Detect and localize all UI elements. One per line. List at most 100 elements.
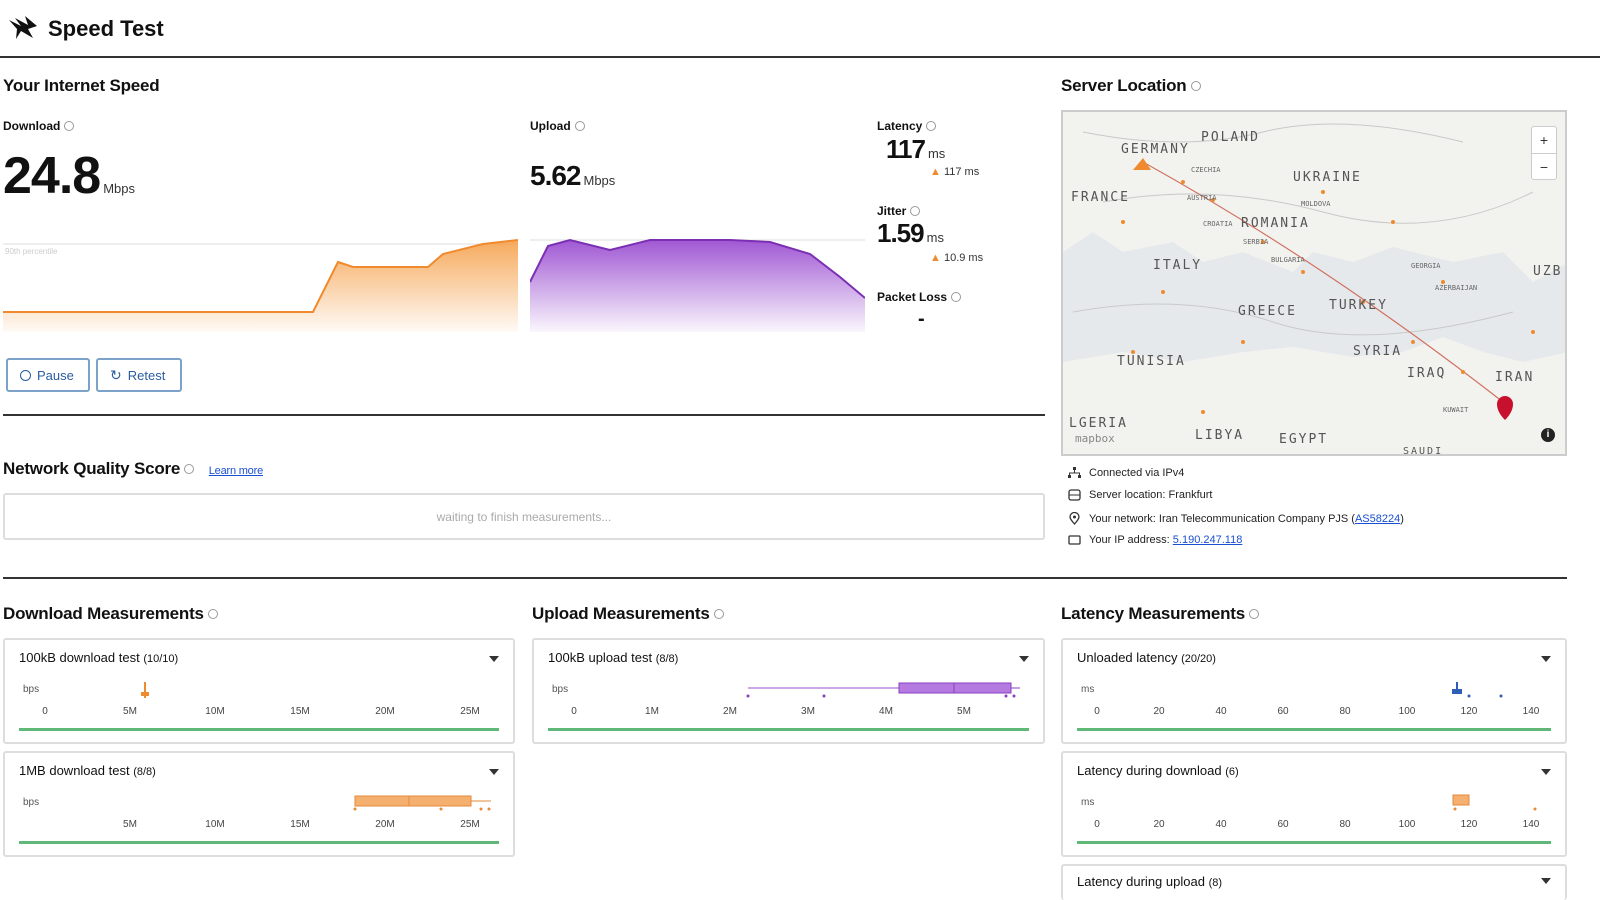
chevron-down-icon[interactable] bbox=[1541, 656, 1551, 662]
chevron-down-icon[interactable] bbox=[1541, 769, 1551, 775]
app-title: Speed Test bbox=[48, 16, 164, 41]
map-background bbox=[1063, 112, 1565, 454]
internet-speed-title: Your Internet Speed bbox=[3, 76, 160, 95]
network-row: Your network: Iran Telecommunication Com… bbox=[1068, 512, 1404, 525]
asn-link[interactable]: AS58224 bbox=[1355, 513, 1400, 525]
connected-row: Connected via IPv4 bbox=[1068, 467, 1184, 479]
unloaded-latency-panel[interactable]: Unloaded latency (20/20) ms 0 20 40 60 8… bbox=[1061, 638, 1567, 744]
map-label: FRANCE bbox=[1071, 190, 1130, 205]
latency-label: Latency bbox=[877, 119, 937, 133]
upload-value: 5.62 Mbps bbox=[530, 160, 616, 191]
map-label: KUWAIT bbox=[1443, 406, 1469, 414]
server-icon bbox=[1068, 489, 1081, 501]
download-1mb-panel[interactable]: 1MB download test (8/8) bps 5M 10M 15M 2… bbox=[3, 751, 515, 857]
monitor-icon bbox=[1068, 535, 1081, 545]
title-bar: Speed Test bbox=[0, 0, 1600, 58]
upload-label: Upload bbox=[530, 119, 585, 133]
divider bbox=[3, 414, 1045, 416]
upload-100kb-panel[interactable]: 100kB upload test (8/8) bps 0 1M 2M 3M 4… bbox=[532, 638, 1045, 744]
map-label: GREECE bbox=[1238, 304, 1297, 319]
location-icon bbox=[1069, 512, 1080, 525]
map-label: TUNISIA bbox=[1117, 354, 1186, 369]
download-100kb-panel[interactable]: 100kB download test (10/10) bps 0 5M 10M… bbox=[3, 638, 515, 744]
network-quality-title: Network Quality Score Learn more bbox=[3, 459, 263, 478]
zoom-out-button[interactable]: − bbox=[1532, 153, 1556, 180]
map-label: POLAND bbox=[1201, 130, 1260, 145]
latency-during-upload-panel[interactable]: Latency during upload (8) bbox=[1061, 864, 1567, 900]
info-icon[interactable] bbox=[713, 608, 724, 619]
chevron-down-icon[interactable] bbox=[1019, 656, 1029, 662]
divider bbox=[3, 577, 1567, 579]
map-label: SERBIA bbox=[1243, 238, 1269, 246]
info-icon[interactable] bbox=[951, 291, 962, 302]
refresh-icon: ↻ bbox=[110, 366, 122, 383]
server-location-row: Server location: Frankfurt bbox=[1068, 489, 1213, 501]
info-icon[interactable] bbox=[910, 205, 921, 216]
zoom-in-button[interactable]: + bbox=[1532, 127, 1556, 153]
map-label: SAUDI bbox=[1403, 446, 1444, 456]
pause-button[interactable]: Pause bbox=[6, 358, 90, 392]
arrow-up-icon: ▲ bbox=[930, 166, 941, 178]
map-label: TURKEY bbox=[1329, 298, 1388, 313]
map-label: ITALY bbox=[1153, 258, 1203, 273]
ip-link[interactable]: 5.190.247.118 bbox=[1173, 534, 1243, 546]
retest-button[interactable]: ↻ Retest bbox=[96, 358, 182, 392]
info-icon[interactable] bbox=[184, 463, 195, 474]
chevron-down-icon[interactable] bbox=[1541, 878, 1551, 884]
map-label: BULGARIA bbox=[1271, 256, 1305, 264]
map-label: LIBYA bbox=[1195, 428, 1245, 443]
packet-loss-value: - bbox=[918, 308, 925, 330]
upload-chart bbox=[530, 238, 865, 332]
map-label: IRAN bbox=[1495, 370, 1535, 385]
info-icon[interactable] bbox=[574, 120, 585, 131]
info-icon[interactable] bbox=[207, 608, 218, 619]
download-label: Download bbox=[3, 119, 75, 133]
latency-during-download-panel[interactable]: Latency during download (6) ms 0 20 40 6… bbox=[1061, 751, 1567, 857]
upload-measurements-title: Upload Measurements bbox=[532, 604, 724, 624]
chevron-down-icon[interactable] bbox=[489, 656, 499, 662]
latency-measurements-title: Latency Measurements bbox=[1061, 604, 1260, 624]
info-icon[interactable] bbox=[926, 120, 937, 131]
server-location-title: Server Location bbox=[1061, 76, 1201, 96]
chevron-down-icon[interactable] bbox=[489, 769, 499, 775]
map-label: ROMANIA bbox=[1241, 216, 1310, 231]
map-label: SYRIA bbox=[1353, 344, 1403, 359]
learn-more-link[interactable]: Learn more bbox=[209, 465, 263, 477]
box-plot bbox=[353, 795, 491, 811]
map-label: MOLDOVA bbox=[1301, 200, 1331, 208]
map-label: IRAQ bbox=[1407, 366, 1447, 381]
info-icon[interactable] bbox=[1190, 80, 1201, 91]
map-label: GEORGIA bbox=[1411, 262, 1441, 270]
percentile-label: 90th percentile bbox=[5, 247, 58, 256]
map-label: LGERIA bbox=[1069, 416, 1128, 431]
network-icon bbox=[1068, 467, 1081, 478]
map-label: EGYPT bbox=[1279, 432, 1329, 447]
jitter-sub: ▲ 10.9 ms bbox=[930, 252, 984, 264]
map-label: UZB bbox=[1533, 264, 1563, 279]
map-label: UKRAINE bbox=[1293, 170, 1362, 185]
map-label: CZECHIA bbox=[1191, 166, 1221, 174]
arrow-up-icon: ▲ bbox=[930, 252, 941, 264]
info-icon[interactable] bbox=[64, 120, 75, 131]
box-plot bbox=[746, 682, 1020, 698]
map-info-icon[interactable]: i bbox=[1541, 428, 1555, 442]
latency-value: 117 ms bbox=[886, 134, 946, 164]
map-label: CROATIA bbox=[1203, 220, 1233, 228]
latency-sub: ▲ 117 ms bbox=[930, 166, 980, 178]
map-zoom-controls: + − bbox=[1531, 126, 1557, 180]
mapbox-logo: mapbox bbox=[1075, 432, 1115, 445]
pause-icon bbox=[20, 369, 31, 381]
packet-loss-label: Packet Loss bbox=[877, 290, 962, 304]
map-label: AZERBAIJAN bbox=[1435, 284, 1478, 292]
jitter-label: Jitter bbox=[877, 204, 921, 218]
box-plot bbox=[141, 682, 149, 698]
network-quality-box: waiting to finish measurements... bbox=[3, 493, 1045, 540]
server-map[interactable]: GERMANY POLAND UKRAINE FRANCE ROMANIA IT… bbox=[1061, 110, 1567, 456]
box-plot bbox=[1452, 794, 1537, 811]
map-label: GERMANY bbox=[1121, 142, 1190, 157]
info-icon[interactable] bbox=[1249, 608, 1260, 619]
download-chart: 90th percentile bbox=[3, 239, 518, 332]
download-measurements-title: Download Measurements bbox=[3, 604, 218, 624]
speed-logo-icon bbox=[9, 16, 37, 39]
download-value: 24.8 Mbps bbox=[3, 147, 136, 205]
